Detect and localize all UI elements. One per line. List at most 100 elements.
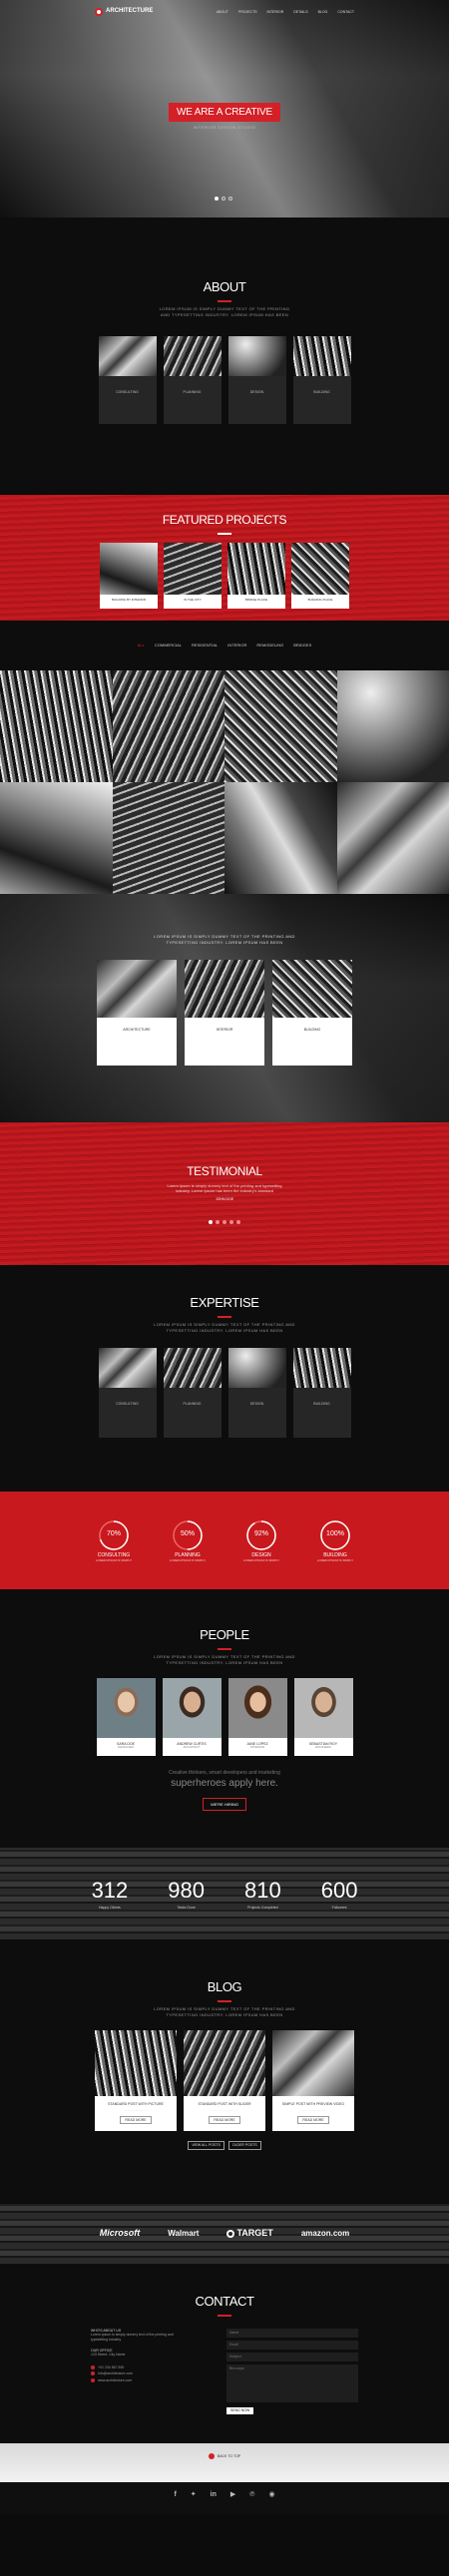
pager-dot[interactable] <box>223 1219 226 1224</box>
phone-icon <box>91 2364 95 2369</box>
nav-about[interactable]: ABOUT <box>217 10 228 15</box>
read-more-button[interactable]: READ MORE <box>209 2115 240 2125</box>
subject-field[interactable] <box>226 2352 358 2361</box>
back-to-top-button[interactable]: BACK TO TOP <box>208 2453 240 2459</box>
card-image <box>98 335 157 376</box>
about-card[interactable]: CONSULTING <box>98 335 157 424</box>
team-member-card[interactable]: ANDREW CURTIS ARCHITECT <box>162 1677 222 1757</box>
blog-post-card[interactable]: STANDARD POST WITH SLIDER ··············… <box>184 2029 265 2132</box>
nav-contact[interactable]: CONTACT <box>337 10 354 15</box>
client-logo-microsoft[interactable]: Microsoft <box>100 2228 141 2240</box>
name-field[interactable] <box>226 2328 358 2338</box>
portfolio-item[interactable] <box>0 782 113 894</box>
youtube-icon[interactable]: ▶ <box>230 2490 235 2499</box>
pinterest-icon[interactable]: ℗ <box>249 2490 254 2499</box>
project-card[interactable]: BRIDGE PLACE <box>227 542 285 610</box>
skill-item: 70% CONSULTING LOREM IPSUM IS SIMPLY <box>94 1518 134 1563</box>
linkedin-icon[interactable]: in <box>211 2490 217 2499</box>
portfolio-item[interactable] <box>112 782 224 894</box>
hiring-button[interactable]: WE'RE HIRING <box>203 1797 246 1812</box>
email-field[interactable] <box>226 2340 358 2350</box>
project-card[interactable]: BUILDING PLACE <box>291 542 349 610</box>
expertise-card[interactable]: BUILDING <box>292 1347 351 1438</box>
older-posts-button[interactable]: OLDER POSTS <box>227 2141 261 2150</box>
filter-commercial[interactable]: COMMERCIAL <box>155 643 182 647</box>
member-photo <box>162 1677 222 1738</box>
project-card[interactable]: IN THE CITY <box>164 542 222 610</box>
facebook-icon[interactable]: f <box>174 2490 176 2499</box>
filter-remodeling[interactable]: REMODELING <box>256 643 283 647</box>
pager-dot[interactable] <box>209 1219 213 1224</box>
testimonial-author: JOHN DOE <box>215 1196 234 1201</box>
service-card[interactable]: BUILDING <box>272 960 352 1066</box>
twitter-icon[interactable]: ✦ <box>191 2490 197 2499</box>
card-image <box>185 960 264 1018</box>
portfolio-item[interactable] <box>0 670 113 782</box>
read-more-button[interactable]: READ MORE <box>120 2115 152 2125</box>
send-button[interactable]: SEND NOW <box>226 2407 254 2414</box>
pager-dot[interactable] <box>216 1219 220 1224</box>
people-intro: LOREM IPSUM IS SIMPLY DUMMY TEXT OF THE … <box>154 1653 295 1665</box>
title-underline <box>218 299 231 302</box>
title-underline <box>218 532 231 535</box>
about-us-text: Lorem ipsum is simply dummy text of the … <box>91 2333 174 2342</box>
client-logo-amazon[interactable]: amazon.com <box>301 2229 349 2239</box>
team-member-card[interactable]: SARA DOE DESIGNER <box>96 1677 156 1757</box>
service-card[interactable]: ARCHITECTURE <box>97 960 177 1066</box>
skill-caption: LOREM IPSUM IS SIMPLY <box>242 1557 280 1562</box>
portfolio-item[interactable] <box>336 782 449 894</box>
about-card[interactable]: BUILDING <box>292 335 351 424</box>
client-logo-walmart[interactable]: Walmart <box>168 2229 199 2239</box>
website-link[interactable]: www.architecture.com <box>98 2378 132 2383</box>
blog-post-card[interactable]: SIMPLE POST WITH PREVIEW VIDEO ·········… <box>272 2029 354 2132</box>
about-card[interactable]: DESIGN <box>227 335 286 424</box>
featured-title: FEATURED PROJECTS <box>162 513 287 527</box>
email-address[interactable]: info@architecture.com <box>98 2371 133 2376</box>
card-title: DESIGN <box>249 1401 264 1406</box>
post-image <box>95 2029 177 2096</box>
nav-details[interactable]: DETAILS <box>293 10 307 15</box>
blog-section: BLOG LOREM IPSUM IS SIMPLY DUMMY TEXT OF… <box>0 1939 449 2204</box>
pager-dot[interactable] <box>236 1219 240 1224</box>
testimonial-text: Lorem ipsum is simply dummy text of the … <box>167 1182 282 1193</box>
client-logo-target[interactable]: TARGET <box>226 2228 273 2240</box>
pager-dot[interactable] <box>215 197 219 201</box>
blog-post-card[interactable]: STANDARD POST WITH PICTURE ·············… <box>95 2029 177 2132</box>
expertise-card[interactable]: PLANNING <box>163 1347 222 1438</box>
message-field[interactable] <box>226 2363 358 2402</box>
expertise-card[interactable]: DESIGN <box>227 1347 286 1438</box>
card-title: BUILDING PLACE <box>307 597 333 602</box>
read-more-button[interactable]: READ MORE <box>297 2115 329 2125</box>
service-card[interactable]: INTERIOR <box>185 960 264 1066</box>
filter-bridges[interactable]: BRIDGES <box>293 643 311 647</box>
filter-interior[interactable]: INTERIOR <box>227 643 246 647</box>
portfolio-item[interactable] <box>224 670 337 782</box>
nav-projects[interactable]: PROJECTS <box>238 10 257 15</box>
pager-dot[interactable] <box>228 197 232 201</box>
about-card[interactable]: PLANNING <box>163 335 222 424</box>
team-member-card[interactable]: JANE LOPEZ INTERIOR <box>227 1677 287 1757</box>
filter-residential[interactable]: RESIDENTIAL <box>192 643 218 647</box>
contact-form: SEND NOW <box>226 2328 358 2414</box>
logo[interactable]: ARCHITECTURE <box>95 8 153 16</box>
portfolio-item[interactable] <box>224 782 337 894</box>
project-card[interactable]: BUILDING BY INTERIOR <box>100 542 158 610</box>
featured-cards: BUILDING BY INTERIOR IN THE CITY BRIDGE … <box>0 542 449 610</box>
portfolio-item[interactable] <box>112 670 224 782</box>
pager-dot[interactable] <box>229 1219 233 1224</box>
card-title: PLANNING <box>183 1401 202 1406</box>
card-image <box>292 335 351 376</box>
portfolio-item[interactable] <box>336 670 449 782</box>
nav-blog[interactable]: BLOG <box>318 10 328 15</box>
filter-all[interactable]: ALL <box>138 643 145 647</box>
team-member-card[interactable]: SEBASTIAN ROY ENGINEER <box>293 1677 353 1757</box>
card-image <box>164 542 222 595</box>
expertise-card[interactable]: CONSULTING <box>98 1347 157 1438</box>
blog-intro: LOREM IPSUM IS SIMPLY DUMMY TEXT OF THE … <box>154 2005 295 2017</box>
nav-interior[interactable]: INTERIOR <box>267 10 284 15</box>
rss-icon[interactable]: ◉ <box>268 2490 274 2499</box>
view-all-posts-button[interactable]: VIEW ALL POSTS <box>188 2141 224 2150</box>
stat-item: 600 Followers <box>321 1877 358 1910</box>
pager-dot[interactable] <box>222 197 225 201</box>
services-intro: LOREM IPSUM IS SIMPLY DUMMY TEXT OF THE … <box>154 934 295 945</box>
